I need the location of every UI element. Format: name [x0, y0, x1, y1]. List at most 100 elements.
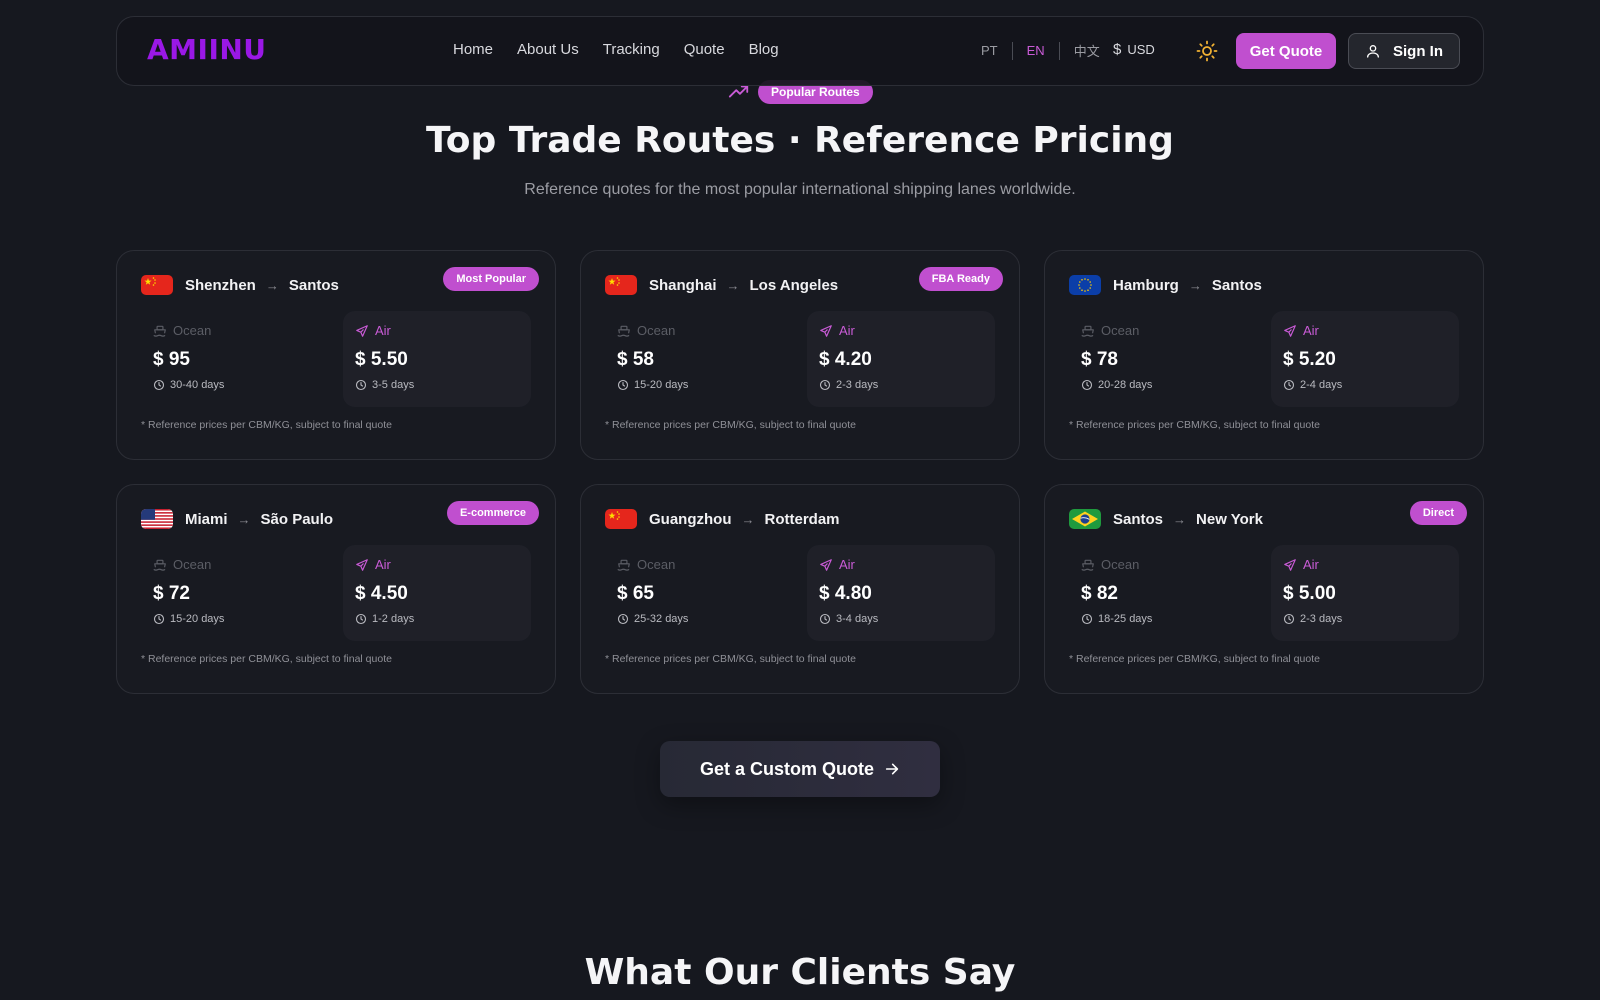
routes-grid: Shenzhen → Santos Most Popular Ocean $ 95 30-4… — [116, 250, 1484, 694]
route-header: Guangzhou → Rotterdam — [605, 509, 840, 529]
route-header: Shanghai → Los Angeles — [605, 275, 838, 295]
ocean-price: $ 95 — [153, 349, 190, 370]
ocean-label: Ocean — [1101, 323, 1140, 338]
air-mode: Air — [355, 323, 391, 338]
clock-icon — [1081, 613, 1093, 625]
air-price: $ 4.50 — [355, 583, 408, 604]
logo[interactable]: AMIINU — [147, 33, 267, 66]
sign-in-label: Sign In — [1393, 42, 1443, 60]
ship-icon — [153, 559, 166, 571]
clients-section-title: What Our Clients Say — [584, 952, 1016, 993]
reference-note: * Reference prices per CBM/KG, subject t… — [605, 653, 856, 665]
ocean-price: $ 58 — [617, 349, 654, 370]
air-label: Air — [839, 557, 855, 572]
ocean-label: Ocean — [173, 557, 212, 572]
plane-icon — [1284, 558, 1296, 571]
clock-icon — [1283, 613, 1295, 625]
top-navbar: AMIINU Home About Us Tracking Quote Blog… — [116, 16, 1484, 86]
flag-us-icon — [141, 509, 173, 529]
route-header: Shenzhen → Santos — [141, 275, 339, 295]
air-price-box: Air $ 5.00 2-3 days — [1271, 545, 1459, 641]
route-badge: Direct — [1409, 501, 1467, 525]
ocean-price: $ 78 — [1081, 349, 1118, 370]
arrow-right-icon — [885, 763, 899, 775]
air-days: 2-4 days — [1300, 379, 1343, 391]
air-mode: Air — [355, 557, 391, 572]
route-badge: E-commerce — [446, 501, 539, 525]
sign-in-button[interactable]: Sign In — [1348, 33, 1460, 69]
air-mode: Air — [819, 557, 855, 572]
sun-icon — [1196, 40, 1218, 62]
ocean-price-box: Ocean $ 65 25-32 days — [605, 545, 793, 641]
air-days: 2-3 days — [836, 379, 879, 391]
ocean-transit-time: 15-20 days — [617, 379, 688, 391]
nav-link-blog[interactable]: Blog — [749, 41, 779, 58]
plane-icon — [820, 558, 832, 571]
nav-link-quote[interactable]: Quote — [684, 41, 725, 58]
ocean-mode: Ocean — [617, 557, 675, 572]
route-card[interactable]: Shenzhen → Santos Most Popular Ocean $ 95 30-4… — [116, 250, 556, 460]
air-label: Air — [375, 557, 391, 572]
air-days: 1-2 days — [372, 613, 415, 625]
ocean-transit-time: 30-40 days — [153, 379, 224, 391]
user-icon — [1367, 45, 1379, 58]
lang-pt[interactable]: PT — [967, 43, 1012, 58]
ocean-mode: Ocean — [153, 323, 211, 338]
route-card[interactable]: Hamburg → Santos Ocean $ 78 20-28 days Air $ 5.… — [1044, 250, 1484, 460]
ocean-days: 15-20 days — [634, 379, 689, 391]
destination-city: Santos — [288, 276, 339, 294]
ocean-mode: Ocean — [1081, 323, 1139, 338]
ocean-label: Ocean — [637, 557, 676, 572]
arrow-right-icon: → — [1188, 277, 1202, 293]
air-price-box: Air $ 4.20 2-3 days — [807, 311, 995, 407]
air-label: Air — [375, 323, 391, 338]
nav-link-home[interactable]: Home — [453, 41, 493, 58]
route-card[interactable]: Guangzhou → Rotterdam Ocean $ 65 25-32 days Ai… — [580, 484, 1020, 694]
route-header: Hamburg → Santos — [1069, 275, 1262, 295]
ocean-transit-time: 15-20 days — [153, 613, 224, 625]
clock-icon — [1081, 379, 1093, 391]
lang-en[interactable]: EN — [1013, 43, 1059, 58]
ocean-days: 25-32 days — [634, 613, 689, 625]
ocean-label: Ocean — [637, 323, 676, 338]
custom-quote-button[interactable]: Get a Custom Quote — [660, 741, 940, 797]
currency-selector[interactable]: $ USD — [1113, 41, 1155, 58]
air-price: $ 5.50 — [355, 349, 408, 370]
nav-link-about[interactable]: About Us — [517, 41, 579, 58]
air-transit-time: 2-4 days — [1283, 379, 1342, 391]
theme-toggle-button[interactable] — [1195, 39, 1219, 63]
air-price: $ 5.00 — [1283, 583, 1336, 604]
route-card[interactable]: Santos → New York Direct Ocean $ 82 18-25 days… — [1044, 484, 1484, 694]
route-card[interactable]: Miami → São Paulo E-commerce Ocean $ 72 15-20 … — [116, 484, 556, 694]
destination-city: New York — [1196, 510, 1263, 528]
clock-icon — [617, 379, 629, 391]
air-mode: Air — [1283, 323, 1319, 338]
arrow-right-icon: → — [726, 277, 740, 293]
reference-note: * Reference prices per CBM/KG, subject t… — [605, 419, 856, 431]
route-card[interactable]: Shanghai → Los Angeles FBA Ready Ocean $ 58 15… — [580, 250, 1020, 460]
route-badge: Most Popular — [443, 267, 539, 291]
arrow-right-icon: → — [741, 511, 755, 527]
plane-icon — [820, 324, 832, 337]
ocean-mode: Ocean — [617, 323, 675, 338]
ocean-days: 30-40 days — [170, 379, 225, 391]
get-quote-button[interactable]: Get Quote — [1236, 33, 1336, 69]
ship-icon — [153, 325, 166, 337]
nav-links: Home About Us Tracking Quote Blog — [453, 41, 779, 58]
ocean-price-box: Ocean $ 78 20-28 days — [1069, 311, 1257, 407]
clock-icon — [819, 613, 831, 625]
clock-icon — [355, 379, 367, 391]
lang-zh[interactable]: 中文 — [1060, 41, 1114, 60]
air-transit-time: 3-4 days — [819, 613, 878, 625]
flag-cn-icon — [605, 509, 637, 529]
trending-up-icon — [728, 85, 749, 98]
flag-eu-icon — [1069, 275, 1101, 295]
destination-city: Los Angeles — [749, 276, 839, 294]
air-days: 2-3 days — [1300, 613, 1343, 625]
ocean-price: $ 72 — [153, 583, 190, 604]
origin-city: Guangzhou — [649, 510, 732, 528]
ocean-price-box: Ocean $ 95 30-40 days — [141, 311, 329, 407]
origin-city: Shenzhen — [185, 276, 256, 294]
destination-city: São Paulo — [260, 510, 334, 528]
nav-link-tracking[interactable]: Tracking — [603, 41, 660, 58]
